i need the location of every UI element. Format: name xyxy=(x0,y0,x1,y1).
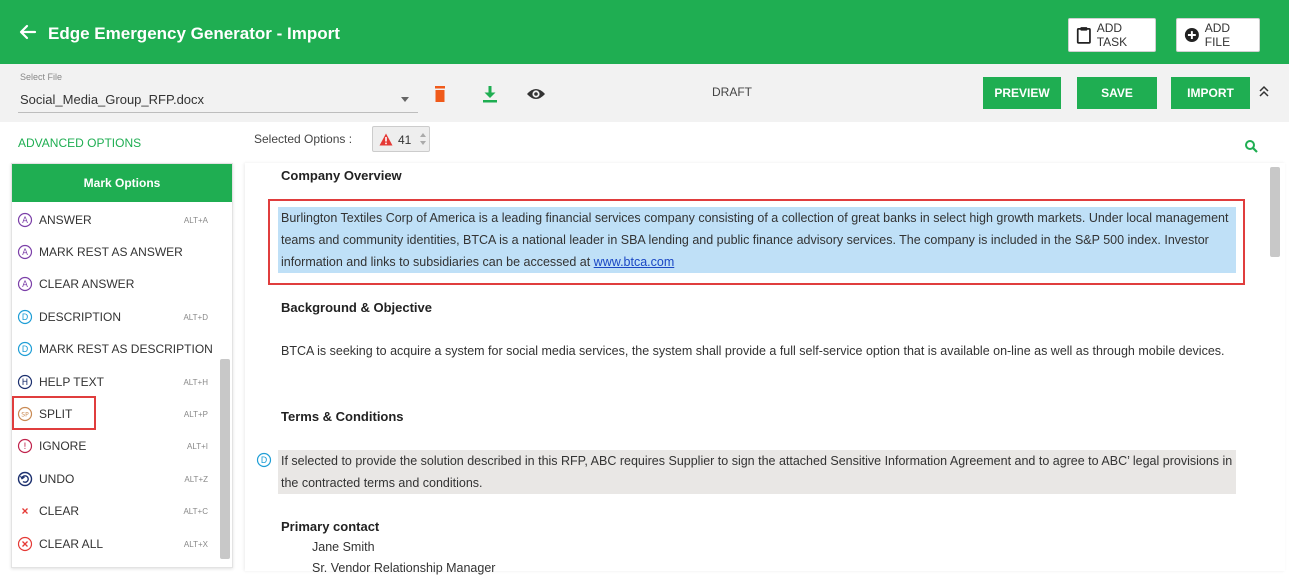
shortcut-hint: ALT+Z xyxy=(184,475,208,484)
plus-circle-icon xyxy=(1184,28,1199,42)
mark-option-label: ANSWER xyxy=(39,213,92,227)
warning-icon xyxy=(379,133,393,146)
mark-option-label: CLEAR xyxy=(39,504,80,518)
document-scrollbar[interactable] xyxy=(1270,167,1280,257)
mark-option-clear[interactable]: CLEAR ALT+C xyxy=(12,497,222,525)
mark-option-label: CLEAR ALL xyxy=(39,537,104,551)
background-paragraph[interactable]: BTCA is seeking to acquire a system for … xyxy=(281,340,1236,362)
description-circle-icon: D xyxy=(17,309,33,325)
svg-text:A: A xyxy=(22,216,28,226)
add-task-button[interactable]: ADD TASK xyxy=(1068,18,1156,52)
shortcut-hint: ALT+P xyxy=(183,410,208,419)
contact-role: Sr. Vendor Relationship Manager xyxy=(312,561,496,575)
shortcut-hint: ALT+I xyxy=(187,442,208,451)
file-select-underline xyxy=(18,112,418,113)
help-text-circle-icon: H xyxy=(17,374,33,390)
import-button[interactable]: IMPORT xyxy=(1171,77,1250,109)
shortcut-hint: ALT+D xyxy=(183,313,208,322)
mark-option-label: MARK REST AS ANSWER xyxy=(39,245,183,259)
answer-circle-icon: A xyxy=(17,212,33,228)
mark-option-label: UNDO xyxy=(39,472,75,486)
shortcut-hint: ALT+H xyxy=(183,378,208,387)
mark-option-help-text[interactable]: H HELP TEXT ALT+H xyxy=(12,368,222,396)
select-file-caption: Select File xyxy=(20,72,63,82)
mark-option-label: CLEAR ANSWER xyxy=(39,277,135,291)
mark-option-mark-rest-as-description[interactable]: D MARK REST AS DESCRIPTION xyxy=(12,335,222,363)
file-select[interactable]: Social_Media_Group_RFP.docx xyxy=(20,92,204,107)
mark-option-mark-rest-as-answer[interactable]: A MARK REST AS ANSWER xyxy=(12,238,222,266)
search-icon[interactable] xyxy=(1244,139,1258,153)
clipboard-icon xyxy=(1076,27,1091,44)
dropdown-caret-icon[interactable] xyxy=(401,97,409,102)
svg-text:H: H xyxy=(22,378,28,388)
status-label: DRAFT xyxy=(712,85,752,99)
paragraph-highlight-box xyxy=(268,199,1245,285)
description-marker-letter: D xyxy=(261,456,268,466)
split-highlight-box xyxy=(12,396,96,430)
selected-count: 41 xyxy=(398,133,412,147)
svg-text:!: ! xyxy=(23,442,26,452)
add-file-label: ADD FILE xyxy=(1204,21,1231,49)
selected-options-stepper[interactable]: 41 xyxy=(372,126,430,152)
mark-option-answer[interactable]: A ANSWER ALT+A xyxy=(12,206,222,234)
page-title: Edge Emergency Generator - Import xyxy=(48,24,340,43)
answer-circle-icon: A xyxy=(17,276,33,292)
contact-name: Jane Smith xyxy=(312,540,375,554)
mark-option-ignore[interactable]: ! IGNORE ALT+I xyxy=(12,432,222,460)
selected-options-label: Selected Options : xyxy=(254,132,353,146)
mark-options-panel: Mark Options A ANSWER ALT+A A MARK REST … xyxy=(11,163,233,568)
mark-option-label: MARK REST AS DESCRIPTION xyxy=(39,342,213,356)
add-file-button[interactable]: ADD FILE xyxy=(1176,18,1260,52)
double-chevron-up-icon[interactable] xyxy=(1257,84,1271,98)
preview-button[interactable]: PREVIEW xyxy=(983,77,1061,109)
background-heading: Background & Objective xyxy=(281,300,432,315)
terms-heading: Terms & Conditions xyxy=(281,409,404,424)
ignore-circle-icon: ! xyxy=(17,438,33,454)
shortcut-hint: ALT+X xyxy=(183,540,208,549)
terms-paragraph[interactable]: If selected to provide the solution desc… xyxy=(281,450,1236,494)
mark-option-label: HELP TEXT xyxy=(39,375,104,389)
description-circle-icon: D xyxy=(17,341,33,357)
mark-option-clear-answer[interactable]: A CLEAR ANSWER xyxy=(12,270,222,298)
save-button[interactable]: SAVE xyxy=(1077,77,1157,109)
advanced-options-link[interactable]: ADVANCED OPTIONS xyxy=(18,136,141,150)
svg-text:A: A xyxy=(22,248,28,258)
trash-icon[interactable] xyxy=(430,84,450,104)
panel-scrollbar[interactable] xyxy=(220,359,230,559)
mark-option-undo[interactable]: UNDO ALT+Z xyxy=(12,465,222,493)
mark-option-clear-all[interactable]: CLEAR ALL ALT+X xyxy=(12,530,222,558)
mark-options-title: Mark Options xyxy=(12,164,232,202)
svg-text:D: D xyxy=(22,313,29,323)
company-overview-heading: Company Overview xyxy=(281,168,402,183)
svg-text:A: A xyxy=(22,280,28,290)
undo-icon xyxy=(17,471,33,487)
mark-option-label: IGNORE xyxy=(39,439,87,453)
clear-all-circle-icon xyxy=(17,536,33,552)
shortcut-hint: ALT+C xyxy=(183,507,208,516)
download-icon[interactable] xyxy=(480,84,500,104)
mark-option-description[interactable]: D DESCRIPTION ALT+D xyxy=(12,303,222,331)
back-arrow-icon[interactable] xyxy=(18,22,38,42)
mark-option-label: DESCRIPTION xyxy=(39,310,122,324)
description-marker-icon[interactable]: D xyxy=(256,452,272,468)
primary-contact-heading: Primary contact xyxy=(281,519,380,534)
clear-x-icon xyxy=(22,508,28,514)
eye-icon[interactable] xyxy=(526,84,546,104)
spinner-arrows-icon[interactable] xyxy=(418,129,428,149)
svg-text:D: D xyxy=(22,345,29,355)
answer-circle-icon: A xyxy=(17,244,33,260)
add-task-label: ADD TASK xyxy=(1096,21,1128,49)
shortcut-hint: ALT+A xyxy=(183,216,208,225)
